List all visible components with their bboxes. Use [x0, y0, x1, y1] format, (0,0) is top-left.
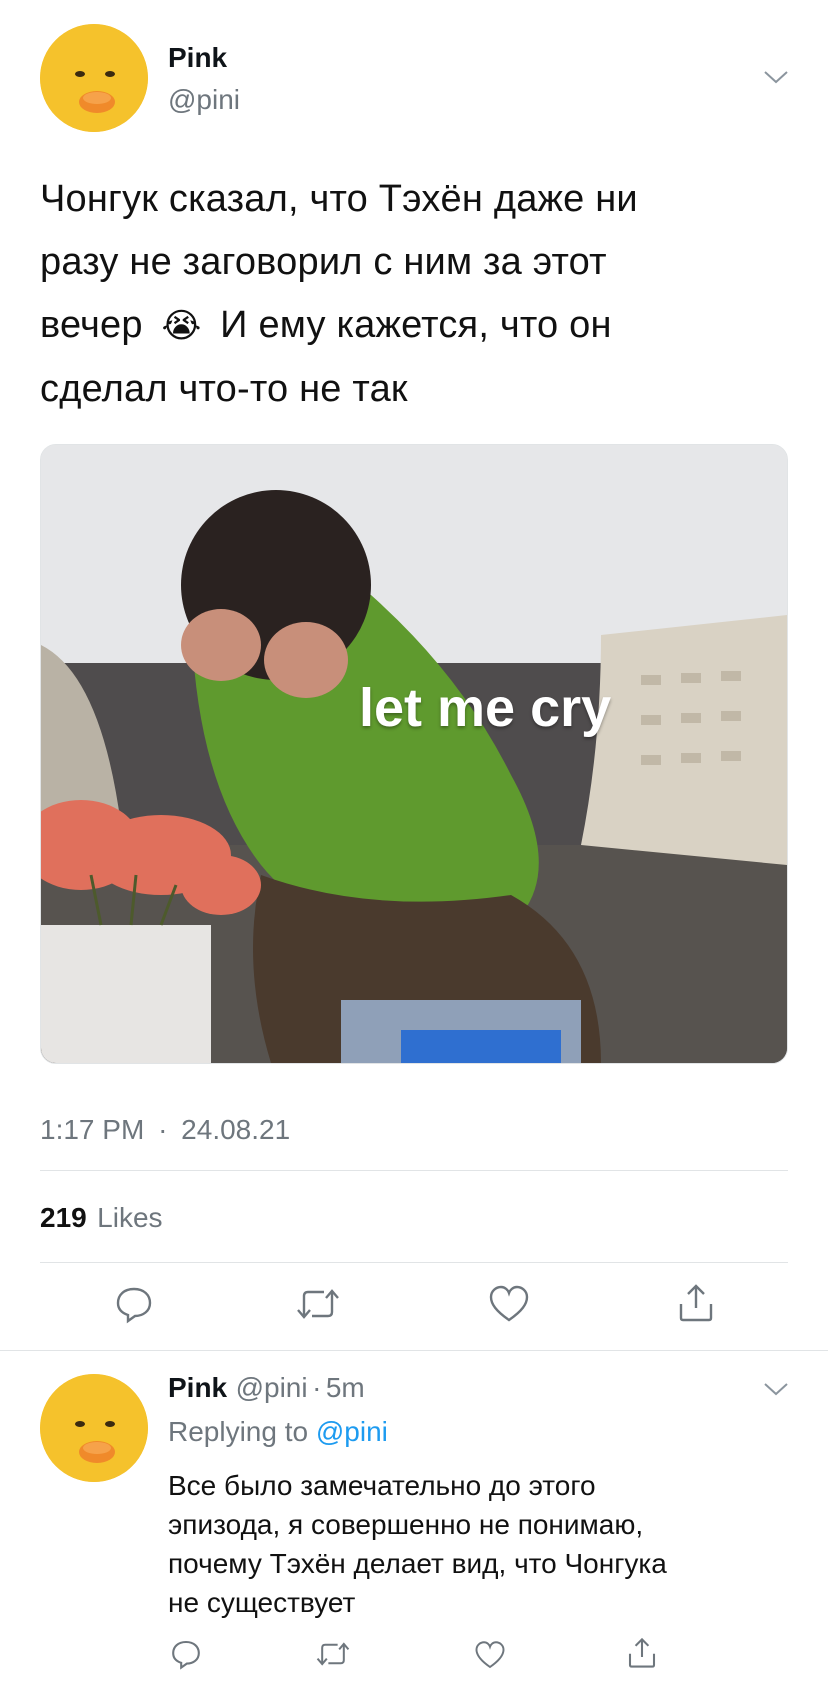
divider: [40, 1262, 788, 1263]
retweet-icon: [316, 1642, 350, 1666]
replying-to: Replying to @pini: [168, 1416, 388, 1448]
reply-text: Все было замечательно до этого эпизода, …: [168, 1466, 788, 1622]
tweet-text-line: сделал что-то не так: [40, 368, 408, 410]
duck-avatar-image: [40, 24, 148, 132]
likes-label: Likes: [97, 1202, 163, 1233]
duck-avatar-image: [40, 1374, 148, 1482]
replying-to-handle[interactable]: @pini: [316, 1416, 388, 1447]
replying-to-label: Replying to: [168, 1416, 309, 1447]
tweet-text-line: Чонгук сказал, что Тэхён даже ни: [40, 178, 638, 220]
tweet-timestamp[interactable]: 1:17 PM · 24.08.21: [40, 1114, 290, 1146]
reply-more-options-button[interactable]: [762, 1380, 790, 1398]
author-handle[interactable]: @pini: [168, 84, 240, 116]
tweet-date: 24.08.21: [181, 1114, 291, 1145]
tweet-text-line: вечер 😭 И ему кажется, что он: [40, 294, 800, 358]
likes-count: 219: [40, 1202, 87, 1233]
meta-separator: ·: [158, 1114, 168, 1145]
reply-age[interactable]: 5m: [326, 1372, 365, 1403]
speech-bubble-icon: [116, 1287, 152, 1324]
reply-author-handle[interactable]: @pini: [236, 1372, 308, 1403]
meta-separator: ·: [312, 1372, 322, 1403]
reply-text-line: не существует: [168, 1587, 356, 1618]
chevron-down-icon: [764, 71, 788, 84]
share-icon: [628, 1637, 656, 1668]
tweet-text-segment: вечер: [40, 304, 143, 346]
speech-bubble-icon: [172, 1640, 200, 1670]
retweet-icon: [297, 1289, 339, 1319]
reply-author-avatar[interactable]: [40, 1374, 148, 1482]
author-name[interactable]: Pink: [168, 42, 227, 74]
tweet-text-line: разу не заговорил с ним за этот: [40, 241, 607, 283]
reply-reply-button[interactable]: [170, 1638, 202, 1670]
meme-photo: [41, 445, 787, 1063]
heart-icon: [489, 1285, 529, 1322]
reply-text-line: Все было замечательно до этого: [168, 1470, 596, 1501]
chevron-down-icon: [764, 1383, 788, 1396]
tweet-media-image[interactable]: let me cry: [40, 444, 788, 1064]
likes-stat[interactable]: 219 Likes: [40, 1202, 163, 1234]
tweet-time: 1:17 PM: [40, 1114, 145, 1145]
retweet-button[interactable]: [296, 1286, 340, 1322]
heart-icon: [475, 1641, 505, 1669]
reply-like-button[interactable]: [474, 1640, 506, 1670]
share-icon: [679, 1284, 713, 1322]
tweet-text-segment: И ему кажется, что он: [220, 304, 612, 346]
reply-author-name[interactable]: Pink: [168, 1372, 227, 1403]
reply-retweet-button[interactable]: [316, 1640, 350, 1668]
crying-emoji: 😭: [161, 306, 202, 346]
author-avatar[interactable]: [40, 24, 148, 132]
share-button[interactable]: [676, 1282, 716, 1324]
media-caption: let me cry: [359, 678, 612, 738]
more-options-button[interactable]: [762, 68, 790, 86]
tweet-text: Чонгук сказал, что Тэхён даже ни разу не…: [40, 168, 800, 421]
reply-text-line: почему Тэхён делает вид, что Чонгука: [168, 1548, 667, 1579]
divider: [0, 1350, 828, 1351]
reply-share-button[interactable]: [626, 1636, 658, 1670]
reply-text-line: эпизода, я совершенно не понимаю,: [168, 1509, 644, 1540]
like-button[interactable]: [488, 1284, 530, 1324]
reply-button[interactable]: [114, 1284, 154, 1324]
reply-header: Pink @pini · 5m: [168, 1372, 365, 1404]
divider: [40, 1170, 788, 1171]
